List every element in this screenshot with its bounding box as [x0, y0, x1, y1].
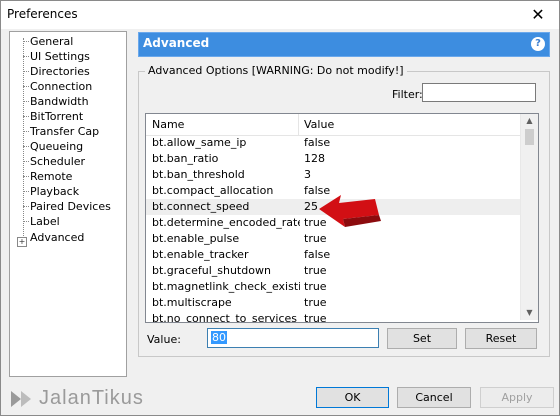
table-row[interactable]: bt.multiscrape true [146, 295, 520, 311]
table-row[interactable]: bt.ban_threshold 3 [146, 167, 520, 183]
sidebar-item-transfer-cap[interactable]: Transfer Cap [23, 124, 99, 139]
option-value: true [304, 280, 327, 293]
option-name: bt.enable_pulse [152, 232, 240, 245]
option-value: 3 [304, 168, 311, 181]
apply-button[interactable]: Apply [480, 387, 554, 408]
option-value: false [304, 136, 331, 149]
sidebar-item-playback[interactable]: Playback [23, 184, 79, 199]
value-input[interactable]: 80 [207, 328, 379, 348]
reset-button[interactable]: Reset [465, 328, 537, 349]
scroll-down-icon[interactable]: ▼ [521, 306, 538, 320]
option-value: 128 [304, 152, 325, 165]
preferences-window: Preferences ✕ General UI Settings Direct… [0, 0, 560, 416]
sidebar-item-scheduler[interactable]: Scheduler [23, 154, 85, 169]
table-row[interactable]: bt.enable_tracker false [146, 247, 520, 263]
table-row[interactable]: bt.enable_pulse true [146, 231, 520, 247]
table-row[interactable]: bt.ban_ratio 128 [146, 151, 520, 167]
option-value: true [304, 296, 327, 309]
sidebar-item-queueing[interactable]: Queueing [23, 139, 83, 154]
column-header-name[interactable]: Name [152, 118, 184, 131]
panel-title: Advanced [143, 36, 210, 50]
sidebar-item-connection[interactable]: Connection [23, 79, 92, 94]
vertical-scrollbar[interactable]: ▲ ▼ [520, 114, 538, 320]
option-value: false [304, 248, 331, 261]
sidebar-item-bandwidth[interactable]: Bandwidth [23, 94, 89, 109]
expand-icon[interactable]: + [17, 237, 27, 247]
red-arrow-icon [319, 195, 381, 227]
option-name: bt.connect_speed [152, 200, 250, 213]
sidebar-item-directories[interactable]: Directories [23, 64, 90, 79]
table-rows: bt.allow_same_ip false bt.ban_ratio 128 bt… [146, 135, 520, 323]
option-name: bt.ban_threshold [152, 168, 245, 181]
title-bar: Preferences ✕ [1, 1, 559, 29]
watermark-text: JalanTikus [39, 387, 144, 409]
category-tree[interactable]: General UI Settings Directories Connecti… [9, 31, 127, 377]
option-name: bt.allow_same_ip [152, 136, 247, 149]
filter-input[interactable] [422, 83, 536, 102]
table-row[interactable]: bt.no_connect_to_services true [146, 311, 520, 323]
sidebar-item-general[interactable]: General [23, 34, 73, 49]
option-value: 25 [304, 200, 318, 213]
sidebar-item-label[interactable]: Label [23, 214, 60, 229]
ok-button[interactable]: OK [316, 387, 389, 408]
option-name: bt.determine_encoded_rate_fo... [152, 216, 300, 229]
watermark-logo: JalanTikus [9, 387, 143, 413]
filter-label: Filter: [392, 88, 423, 101]
table-row[interactable]: bt.allow_same_ip false [146, 135, 520, 151]
option-name: bt.magnetlink_check_existing_... [152, 280, 300, 293]
window-title: Preferences [7, 7, 78, 21]
option-name: bt.no_connect_to_services [152, 312, 298, 323]
close-icon[interactable]: ✕ [517, 1, 559, 29]
sidebar-item-advanced[interactable]: Advanced [30, 230, 84, 245]
option-name: bt.ban_ratio [152, 152, 219, 165]
group-label: Advanced Options [WARNING: Do not modify… [145, 64, 407, 77]
value-label: Value: [147, 333, 181, 346]
option-name: bt.multiscrape [152, 296, 232, 309]
column-divider[interactable] [298, 114, 299, 135]
logo-icon [11, 391, 31, 407]
scroll-up-icon[interactable]: ▲ [521, 114, 538, 128]
table-row[interactable]: bt.magnetlink_check_existing_... true [146, 279, 520, 295]
sidebar-item-remote[interactable]: Remote [23, 169, 72, 184]
table-row[interactable]: bt.graceful_shutdown true [146, 263, 520, 279]
table-header: Name Value [146, 114, 520, 136]
panel-header: Advanced ? [138, 32, 550, 57]
set-button[interactable]: Set [387, 328, 457, 349]
option-value: true [304, 312, 327, 323]
sidebar-item-ui-settings[interactable]: UI Settings [23, 49, 90, 64]
value-text: 80 [211, 331, 227, 344]
cancel-button[interactable]: Cancel [397, 387, 471, 408]
sidebar-item-bittorrent[interactable]: BitTorrent [23, 109, 83, 124]
option-name: bt.graceful_shutdown [152, 264, 271, 277]
scroll-thumb[interactable] [525, 129, 534, 145]
help-icon[interactable]: ? [531, 37, 545, 51]
option-value: true [304, 232, 327, 245]
option-name: bt.compact_allocation [152, 184, 274, 197]
option-value: true [304, 264, 327, 277]
column-header-value[interactable]: Value [304, 118, 334, 131]
sidebar-item-paired-devices[interactable]: Paired Devices [23, 199, 111, 214]
tree-connector [23, 38, 24, 238]
option-name: bt.enable_tracker [152, 248, 249, 261]
